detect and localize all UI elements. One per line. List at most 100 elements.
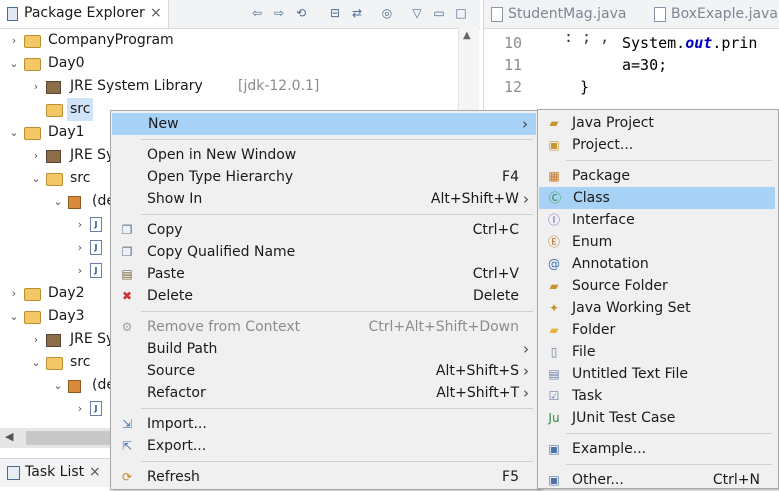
close-icon[interactable]: × [89, 464, 101, 480]
task-list-title[interactable]: Task List [25, 464, 84, 480]
chevron-right-icon: › [523, 340, 529, 358]
menu-item-copy[interactable]: ❐ Copy Ctrl+C [111, 219, 537, 241]
menu-item-open-type-hierarchy[interactable]: Open Type Hierarchy F4 [111, 166, 537, 188]
tree-row[interactable]: › JRE System Library [jdk-12.0.1] [0, 75, 458, 98]
chevron-down-icon[interactable]: ⌄ [8, 121, 20, 144]
back-arrow-icon[interactable]: ⇦ [250, 6, 264, 20]
maximize-icon[interactable]: □ [454, 6, 468, 20]
new-item-untitled-text-file[interactable]: ▤ Untitled Text File [538, 363, 776, 385]
tree-item-label: src [67, 98, 94, 121]
menu-item-copy-qualified-name[interactable]: ❐ Copy Qualified Name [111, 241, 537, 263]
editor-tab-boxexaple[interactable]: BoxExaple.java [671, 6, 778, 22]
menu-item-export[interactable]: ⇱ Export... [111, 435, 537, 457]
menu-item-label: Export... [147, 438, 207, 454]
tree-row[interactable]: ⌄ Day0 [0, 52, 458, 75]
menu-item-label: Class [573, 190, 610, 206]
chevron-right-icon[interactable]: › [30, 144, 42, 167]
new-item-project[interactable]: ▣ Project... [538, 134, 776, 156]
minimize-icon[interactable]: ▭ [432, 6, 446, 20]
menu-item-open-in-new-window[interactable]: Open in New Window [111, 144, 537, 166]
up-icon[interactable]: ⟲ [294, 6, 308, 20]
tree-item-label: src [70, 354, 91, 370]
menu-item-paste[interactable]: ▤ Paste Ctrl+V [111, 263, 537, 285]
chevron-right-icon[interactable]: › [74, 213, 86, 236]
chevron-right-icon[interactable]: › [30, 75, 42, 98]
chevron-right-icon[interactable]: › [8, 29, 20, 52]
menu-item-label: JUnit Test Case [572, 410, 676, 426]
menu-item-label: Interface [572, 212, 635, 228]
menu-item-new[interactable]: New › [112, 113, 536, 135]
new-item-other[interactable]: ▣ Other... Ctrl+N [538, 469, 776, 491]
new-submenu: ▰ Java Project ▣ Project... ▦ Package Ⓒ Class Ⓘ I… [537, 109, 779, 489]
menu-item-label: Build Path [147, 341, 218, 357]
project-folder-icon [24, 288, 41, 301]
new-item-example[interactable]: ▣ Example... [538, 438, 776, 460]
copy-icon: ❐ [121, 223, 133, 237]
new-item-java-project[interactable]: ▰ Java Project [538, 112, 776, 134]
tree-item-label: JRE System Library [70, 78, 203, 94]
new-item-interface[interactable]: Ⓘ Interface [538, 209, 776, 231]
new-item-file[interactable]: ▯ File [538, 341, 776, 363]
chevron-down-icon[interactable]: ⌄ [8, 305, 20, 328]
line-number: 10 [503, 34, 522, 52]
scroll-thumb[interactable] [26, 431, 110, 445]
chevron-right-icon[interactable]: › [74, 259, 86, 282]
new-item-source-folder[interactable]: ▰ Source Folder [538, 275, 776, 297]
menu-item-label: Annotation [572, 256, 649, 272]
chevron-right-icon: › [523, 384, 529, 402]
menu-item-label: New [148, 116, 179, 132]
menu-separator [141, 214, 533, 215]
menu-item-build-path[interactable]: Build Path › [111, 338, 537, 360]
menu-item-remove-from-context: ⚙ Remove from Context Ctrl+Alt+Shift+Down [111, 316, 537, 338]
new-item-enum[interactable]: Ⓔ Enum [538, 231, 776, 253]
forward-arrow-icon[interactable]: ⇨ [272, 6, 286, 20]
new-item-package[interactable]: ▦ Package [538, 165, 776, 187]
new-item-junit-test-case[interactable]: Ju JUnit Test Case [538, 407, 776, 429]
new-item-class[interactable]: Ⓒ Class [539, 187, 775, 209]
menu-item-refactor[interactable]: Refactor Alt+Shift+T › [111, 382, 537, 404]
chevron-down-icon[interactable]: ⌄ [8, 52, 20, 75]
scroll-left-icon[interactable]: ◀ [5, 430, 13, 443]
menu-separator [566, 464, 772, 465]
package-explorer-tab[interactable]: Package Explorer × [0, 0, 169, 28]
new-item-folder[interactable]: ▰ Folder [538, 319, 776, 341]
new-item-task[interactable]: ☑ Task [538, 385, 776, 407]
menu-item-shortcut: F4 [502, 169, 519, 185]
focus-icon[interactable]: ◎ [380, 6, 394, 20]
close-icon[interactable]: × [150, 5, 162, 21]
chevron-down-icon[interactable]: ⌄ [52, 190, 64, 213]
menu-item-import[interactable]: ⇲ Import... [111, 413, 537, 435]
code-line: System.out.prin [622, 34, 757, 52]
menu-item-source[interactable]: Source Alt+Shift+S › [111, 360, 537, 382]
java-project-icon: ▰ [549, 116, 559, 130]
chevron-down-icon[interactable]: ⌄ [30, 351, 42, 374]
chevron-right-icon[interactable]: › [30, 328, 42, 351]
new-item-annotation[interactable]: @ Annotation [538, 253, 776, 275]
menu-item-show-in[interactable]: Show In Alt+Shift+W › [111, 188, 537, 210]
scroll-up-icon[interactable]: ▲ [463, 30, 471, 41]
collapse-all-icon[interactable]: ⊟ [328, 6, 342, 20]
menu-item-refresh[interactable]: ⟳ Refresh F5 [111, 466, 537, 488]
editor-tab-studentmag[interactable]: StudentMag.java [508, 6, 626, 22]
chevron-down-icon[interactable]: ⌄ [52, 374, 64, 397]
link-with-editor-icon[interactable]: ⇄ [350, 6, 364, 20]
menu-item-shortcut: Ctrl+Alt+Shift+Down [368, 319, 519, 335]
tree-item-suffix: [jdk-12.0.1] [238, 78, 320, 94]
chevron-right-icon[interactable]: › [74, 236, 86, 259]
java-file-icon: J [90, 217, 102, 232]
tree-row[interactable]: › CompanyProgram [0, 29, 458, 52]
view-menu-icon[interactable]: ▽ [410, 6, 424, 20]
file-icon: ▯ [550, 345, 558, 359]
menu-separator [141, 311, 533, 312]
context-menu: New › Open in New Window Open Type Hierarch… [110, 110, 540, 490]
code-area[interactable]: 10 System.out.prin 11 a=30; 12} [484, 34, 779, 114]
menu-item-delete[interactable]: ✖ Delete Delete [111, 285, 537, 307]
chevron-right-icon[interactable]: › [74, 397, 86, 420]
new-item-java-working-set[interactable]: ✦ Java Working Set [538, 297, 776, 319]
chevron-right-icon[interactable]: › [8, 282, 20, 305]
source-folder-icon: ▰ [549, 279, 559, 293]
task-list-icon [7, 466, 20, 480]
java-file-icon: J [90, 401, 102, 416]
chevron-down-icon[interactable]: ⌄ [30, 167, 42, 190]
text-file-icon: ▤ [548, 367, 560, 381]
